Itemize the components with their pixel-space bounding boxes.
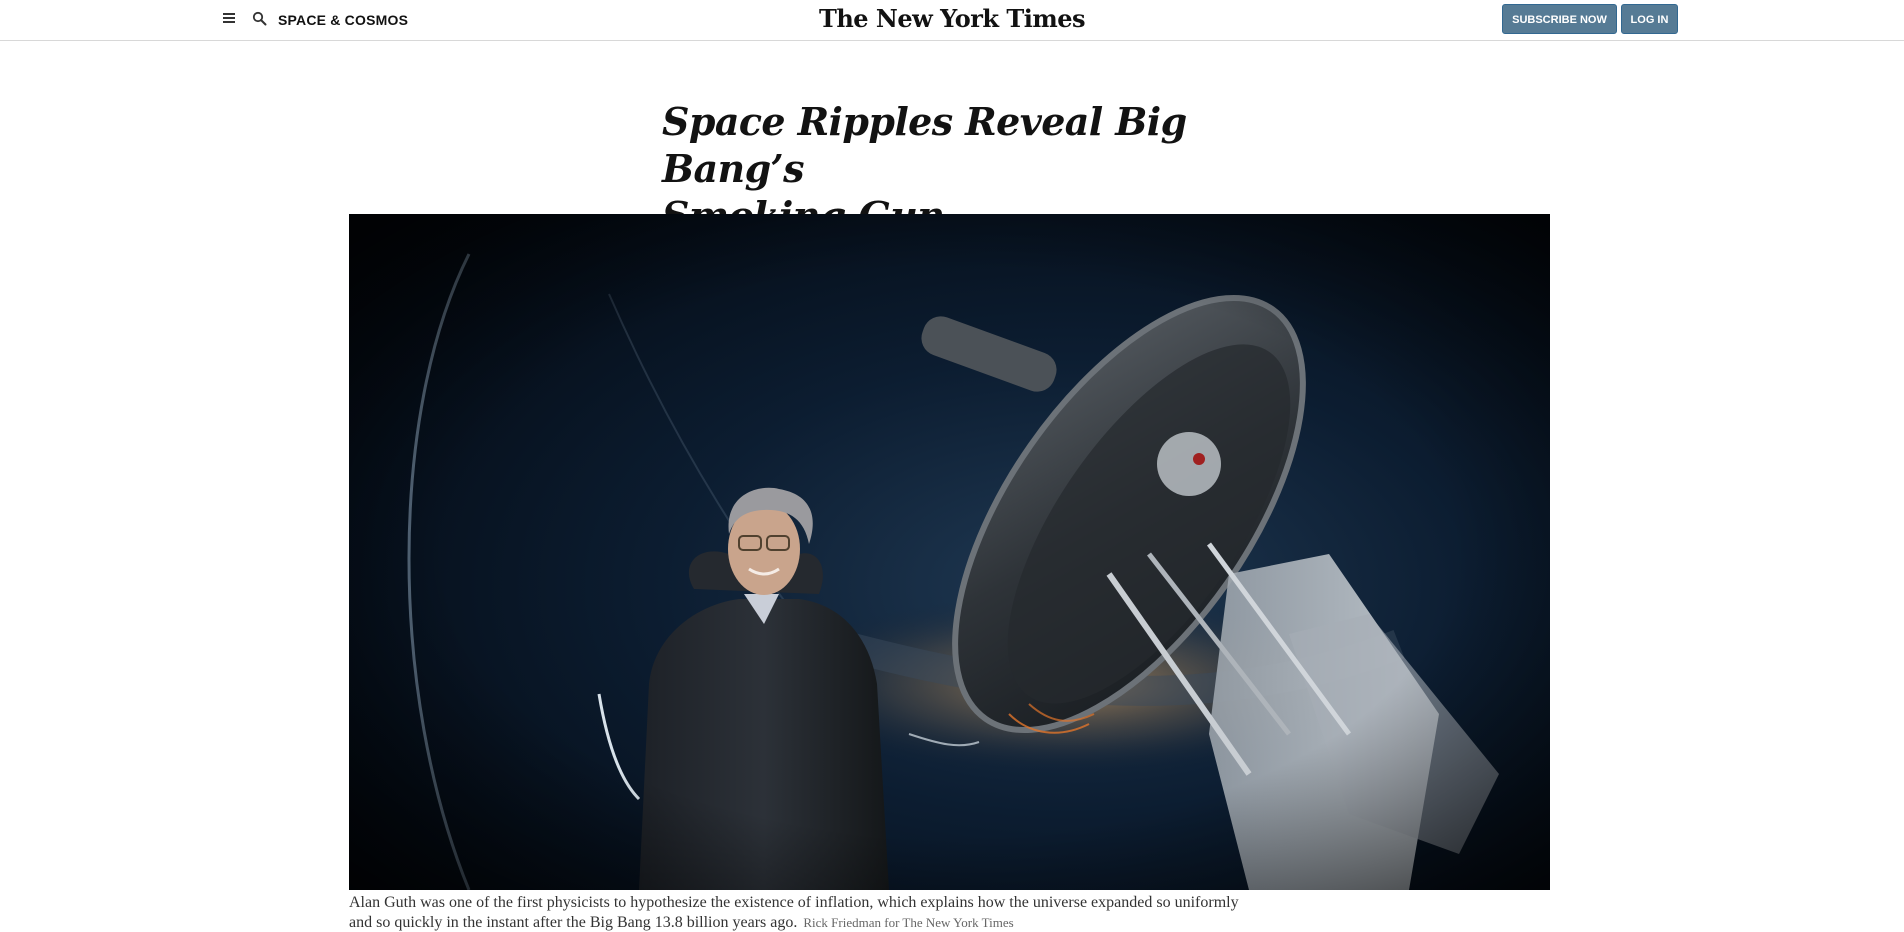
search-icon[interactable] bbox=[252, 11, 267, 26]
headline-line-1: Space Ripples Reveal Big Bang’s bbox=[662, 99, 1187, 191]
caption-text: Alan Guth was one of the first physicist… bbox=[349, 894, 1239, 931]
article-page: SPACE & COSMOS The New York Times SUBSCR… bbox=[0, 0, 1904, 932]
hamburger-menu-icon[interactable] bbox=[222, 11, 236, 25]
photo-caption: Alan Guth was one of the first physicist… bbox=[349, 893, 1249, 932]
login-button[interactable]: LOG IN bbox=[1621, 4, 1678, 34]
lead-photo-image bbox=[349, 214, 1550, 890]
photo-credit: Rick Friedman for The New York Times bbox=[803, 915, 1014, 930]
masthead: SPACE & COSMOS The New York Times SUBSCR… bbox=[0, 0, 1904, 41]
nyt-logo[interactable]: The New York Times bbox=[819, 4, 1086, 33]
section-link-space-cosmos[interactable]: SPACE & COSMOS bbox=[278, 12, 408, 28]
lead-photo bbox=[349, 214, 1550, 890]
subscribe-button[interactable]: SUBSCRIBE NOW bbox=[1502, 4, 1617, 34]
